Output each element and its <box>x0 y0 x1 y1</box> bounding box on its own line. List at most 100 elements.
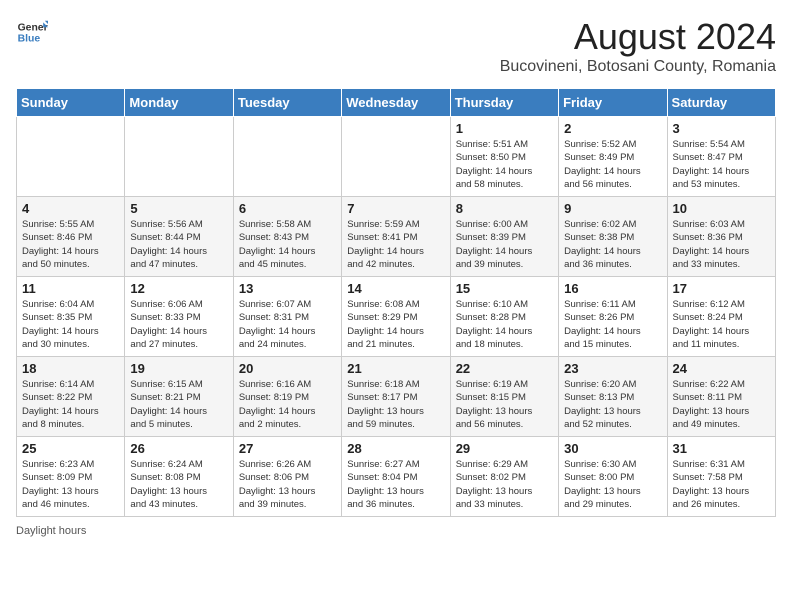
day-info: Sunrise: 6:29 AM Sunset: 8:02 PM Dayligh… <box>456 458 553 511</box>
day-info: Sunrise: 6:11 AM Sunset: 8:26 PM Dayligh… <box>564 298 661 351</box>
day-info: Sunrise: 5:51 AM Sunset: 8:50 PM Dayligh… <box>456 138 553 191</box>
calendar-cell: 25 Sunrise: 6:23 AM Sunset: 8:09 PM Dayli… <box>17 437 125 517</box>
calendar-cell: 17 Sunrise: 6:12 AM Sunset: 8:24 PM Dayli… <box>667 277 775 357</box>
calendar-cell: 21 Sunrise: 6:18 AM Sunset: 8:17 PM Dayli… <box>342 357 450 437</box>
day-info: Sunrise: 6:26 AM Sunset: 8:06 PM Dayligh… <box>239 458 336 511</box>
calendar-cell: 14 Sunrise: 6:08 AM Sunset: 8:29 PM Dayli… <box>342 277 450 357</box>
day-number: 25 <box>22 441 119 456</box>
week-row-4: 18Sunrise: 6:14 AM Sunset: 8:22 PM Dayli… <box>17 357 776 437</box>
day-number: 11 <box>22 281 119 296</box>
day-info: Sunrise: 6:12 AM Sunset: 8:24 PM Dayligh… <box>673 298 770 351</box>
day-number: 29 <box>456 441 553 456</box>
day-info: Sunrise: 6:04 AM Sunset: 8:35 PM Dayligh… <box>22 298 119 351</box>
day-info: Sunrise: 6:30 AM Sunset: 8:00 PM Dayligh… <box>564 458 661 511</box>
day-info: Sunrise: 6:18 AM Sunset: 8:17 PM Dayligh… <box>347 378 444 431</box>
day-number: 18 <box>22 361 119 376</box>
calendar: SundayMondayTuesdayWednesdayThursdayFrid… <box>16 88 776 517</box>
day-header-tuesday: Tuesday <box>233 89 341 117</box>
calendar-cell: 7Sunrise: 5:59 AM Sunset: 8:41 PM Daylig… <box>342 197 450 277</box>
day-header-monday: Monday <box>125 89 233 117</box>
day-info: Sunrise: 6:00 AM Sunset: 8:39 PM Dayligh… <box>456 218 553 271</box>
calendar-cell: 19 Sunrise: 6:15 AM Sunset: 8:21 PM Dayli… <box>125 357 233 437</box>
day-number: 30 <box>564 441 661 456</box>
day-info: Sunrise: 5:58 AM Sunset: 8:43 PM Dayligh… <box>239 218 336 271</box>
day-number: 21 <box>347 361 444 376</box>
day-header-thursday: Thursday <box>450 89 558 117</box>
calendar-cell: 15 Sunrise: 6:10 AM Sunset: 8:28 PM Dayli… <box>450 277 558 357</box>
logo-icon: General Blue <box>16 16 48 48</box>
calendar-cell: 26Sunrise: 6:24 AM Sunset: 8:08 PM Dayli… <box>125 437 233 517</box>
day-info: Sunrise: 6:03 AM Sunset: 8:36 PM Dayligh… <box>673 218 770 271</box>
day-number: 20 <box>239 361 336 376</box>
calendar-cell: 8 Sunrise: 6:00 AM Sunset: 8:39 PM Daylig… <box>450 197 558 277</box>
week-row-3: 11 Sunrise: 6:04 AM Sunset: 8:35 PM Dayli… <box>17 277 776 357</box>
logo: General Blue <box>16 16 48 48</box>
day-number: 10 <box>673 201 770 216</box>
calendar-cell: 18Sunrise: 6:14 AM Sunset: 8:22 PM Dayli… <box>17 357 125 437</box>
subtitle: Bucovineni, Botosani County, Romania <box>500 58 776 76</box>
calendar-cell: 4 Sunrise: 5:55 AM Sunset: 8:46 PM Daylig… <box>17 197 125 277</box>
week-row-5: 25 Sunrise: 6:23 AM Sunset: 8:09 PM Dayli… <box>17 437 776 517</box>
day-info: Sunrise: 5:52 AM Sunset: 8:49 PM Dayligh… <box>564 138 661 191</box>
calendar-cell: 22Sunrise: 6:19 AM Sunset: 8:15 PM Dayli… <box>450 357 558 437</box>
day-number: 14 <box>347 281 444 296</box>
day-number: 1 <box>456 121 553 136</box>
day-info: Sunrise: 6:10 AM Sunset: 8:28 PM Dayligh… <box>456 298 553 351</box>
day-number: 2 <box>564 121 661 136</box>
calendar-cell: 28 Sunrise: 6:27 AM Sunset: 8:04 PM Dayli… <box>342 437 450 517</box>
day-number: 12 <box>130 281 227 296</box>
day-info: Sunrise: 6:27 AM Sunset: 8:04 PM Dayligh… <box>347 458 444 511</box>
calendar-cell: 16 Sunrise: 6:11 AM Sunset: 8:26 PM Dayli… <box>559 277 667 357</box>
day-header-wednesday: Wednesday <box>342 89 450 117</box>
calendar-cell <box>125 117 233 197</box>
day-number: 13 <box>239 281 336 296</box>
calendar-cell: 12 Sunrise: 6:06 AM Sunset: 8:33 PM Dayli… <box>125 277 233 357</box>
day-number: 19 <box>130 361 227 376</box>
day-number: 22 <box>456 361 553 376</box>
day-number: 28 <box>347 441 444 456</box>
day-number: 16 <box>564 281 661 296</box>
day-info: Sunrise: 5:55 AM Sunset: 8:46 PM Dayligh… <box>22 218 119 271</box>
calendar-cell: 6Sunrise: 5:58 AM Sunset: 8:43 PM Daylig… <box>233 197 341 277</box>
day-number: 4 <box>22 201 119 216</box>
day-info: Sunrise: 6:22 AM Sunset: 8:11 PM Dayligh… <box>673 378 770 431</box>
header-row: SundayMondayTuesdayWednesdayThursdayFrid… <box>17 89 776 117</box>
title-area: August 2024 Bucovineni, Botosani County,… <box>500 16 776 76</box>
calendar-cell: 30 Sunrise: 6:30 AM Sunset: 8:00 PM Dayli… <box>559 437 667 517</box>
calendar-cell <box>233 117 341 197</box>
day-number: 15 <box>456 281 553 296</box>
day-info: Sunrise: 6:23 AM Sunset: 8:09 PM Dayligh… <box>22 458 119 511</box>
day-number: 9 <box>564 201 661 216</box>
day-header-friday: Friday <box>559 89 667 117</box>
day-number: 5 <box>130 201 227 216</box>
calendar-cell: 31Sunrise: 6:31 AM Sunset: 7:58 PM Dayli… <box>667 437 775 517</box>
main-title: August 2024 <box>500 16 776 58</box>
day-number: 23 <box>564 361 661 376</box>
svg-text:Blue: Blue <box>18 34 41 45</box>
day-info: Sunrise: 6:02 AM Sunset: 8:38 PM Dayligh… <box>564 218 661 271</box>
day-info: Sunrise: 6:16 AM Sunset: 8:19 PM Dayligh… <box>239 378 336 431</box>
calendar-cell: 1 Sunrise: 5:51 AM Sunset: 8:50 PM Daylig… <box>450 117 558 197</box>
day-number: 24 <box>673 361 770 376</box>
calendar-cell: 10 Sunrise: 6:03 AM Sunset: 8:36 PM Dayli… <box>667 197 775 277</box>
calendar-cell: 5Sunrise: 5:56 AM Sunset: 8:44 PM Daylig… <box>125 197 233 277</box>
week-row-2: 4 Sunrise: 5:55 AM Sunset: 8:46 PM Daylig… <box>17 197 776 277</box>
day-info: Sunrise: 6:08 AM Sunset: 8:29 PM Dayligh… <box>347 298 444 351</box>
calendar-cell: 11 Sunrise: 6:04 AM Sunset: 8:35 PM Dayli… <box>17 277 125 357</box>
day-number: 17 <box>673 281 770 296</box>
day-info: Sunrise: 6:24 AM Sunset: 8:08 PM Dayligh… <box>130 458 227 511</box>
day-info: Sunrise: 6:07 AM Sunset: 8:31 PM Dayligh… <box>239 298 336 351</box>
footer-note: Daylight hours <box>16 525 776 537</box>
calendar-cell <box>342 117 450 197</box>
calendar-cell: 9 Sunrise: 6:02 AM Sunset: 8:38 PM Daylig… <box>559 197 667 277</box>
day-info: Sunrise: 6:31 AM Sunset: 7:58 PM Dayligh… <box>673 458 770 511</box>
day-number: 7 <box>347 201 444 216</box>
day-number: 8 <box>456 201 553 216</box>
calendar-cell: 2 Sunrise: 5:52 AM Sunset: 8:49 PM Daylig… <box>559 117 667 197</box>
calendar-cell: 3Sunrise: 5:54 AM Sunset: 8:47 PM Daylig… <box>667 117 775 197</box>
calendar-cell: 23Sunrise: 6:20 AM Sunset: 8:13 PM Dayli… <box>559 357 667 437</box>
calendar-cell: 13 Sunrise: 6:07 AM Sunset: 8:31 PM Dayli… <box>233 277 341 357</box>
calendar-cell: 24 Sunrise: 6:22 AM Sunset: 8:11 PM Dayli… <box>667 357 775 437</box>
day-info: Sunrise: 6:15 AM Sunset: 8:21 PM Dayligh… <box>130 378 227 431</box>
day-info: Sunrise: 6:06 AM Sunset: 8:33 PM Dayligh… <box>130 298 227 351</box>
